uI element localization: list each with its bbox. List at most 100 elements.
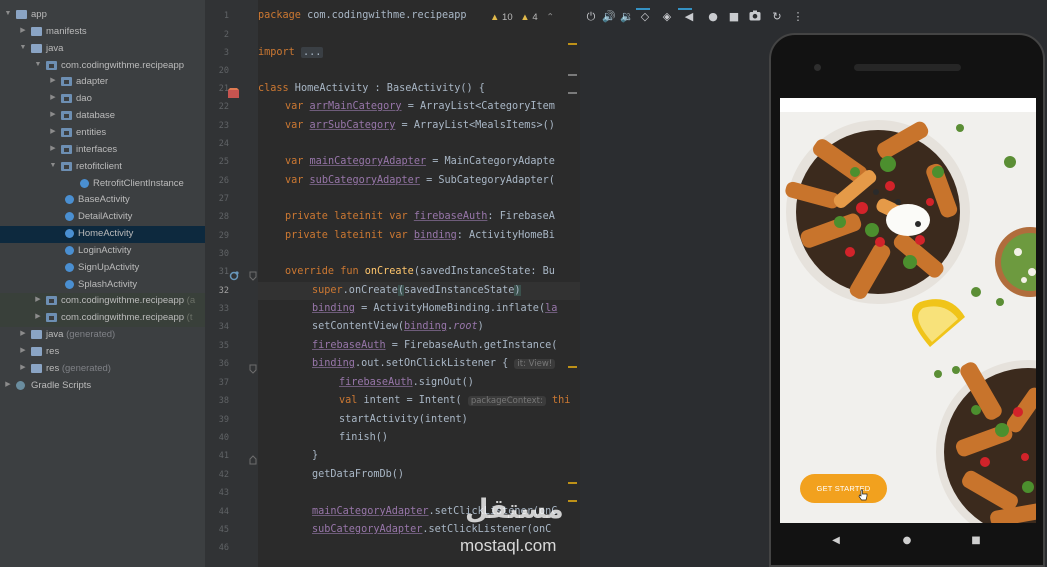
nav-back-icon[interactable]: ◀	[829, 534, 843, 548]
tree-item[interactable]: ▶ java (generated)	[0, 327, 205, 344]
chevron-right-icon[interactable]: ▶	[19, 329, 27, 339]
overview-icon[interactable]: ■	[727, 10, 741, 24]
volume-down-icon[interactable]: 🔉	[620, 10, 634, 24]
tree-item-label: HomeActivity	[78, 228, 134, 240]
get-started-button[interactable]: GET STARTED	[800, 474, 887, 503]
chevron-right-icon[interactable]: ▶	[19, 26, 27, 36]
scroll-marker[interactable]	[568, 366, 577, 368]
screenshot-icon[interactable]	[748, 10, 762, 24]
tree-item[interactable]: ▶ interfaces	[0, 142, 205, 159]
scroll-marker[interactable]	[568, 482, 577, 484]
override-marker-icon[interactable]	[229, 266, 239, 281]
tree-item[interactable]: LoginActivity	[0, 243, 205, 260]
chevron-right-icon[interactable]: ▶	[34, 312, 42, 322]
keyword: private lateinit var	[285, 211, 408, 222]
line-number: 24	[218, 139, 229, 149]
tree-item[interactable]: ▼ app	[0, 7, 205, 24]
fold-marker-icon[interactable]	[249, 359, 257, 374]
line-number: 22	[218, 102, 229, 112]
fold-marker-icon[interactable]	[249, 266, 257, 281]
chevron-down-icon[interactable]: ▼	[49, 161, 57, 171]
code-line-41: }	[312, 450, 319, 461]
chevron-right-icon[interactable]: ▶	[19, 346, 27, 356]
nav-home-icon[interactable]: ●	[900, 534, 914, 548]
tree-item[interactable]: BaseActivity	[0, 192, 205, 209]
chevron-right-icon[interactable]: ▶	[49, 110, 57, 120]
tree-item[interactable]: ▼ retofitclient	[0, 159, 205, 176]
keyword: class	[258, 83, 289, 94]
line-number: 21	[218, 84, 229, 94]
tree-item[interactable]: RetrofitClientInstance	[0, 176, 205, 193]
kotlin-class-icon	[80, 178, 89, 188]
property: firebaseAuth	[413, 211, 488, 222]
run-class-icon[interactable]	[227, 84, 241, 98]
tree-item[interactable]: ▶ Gradle Scripts	[0, 378, 205, 395]
watermark-logo: مستقل mostaql.com	[457, 494, 587, 558]
watermark-latin: mostaql.com	[460, 536, 557, 555]
home-icon[interactable]: ●	[706, 10, 720, 24]
code-line-3: import ...	[258, 47, 324, 59]
tree-item[interactable]: ▶ adapter	[0, 74, 205, 91]
tree-item[interactable]: ▶ database	[0, 108, 205, 125]
food-hero-image	[780, 112, 1036, 523]
line-number: 42	[218, 470, 229, 480]
tree-item[interactable]: ▶ dao	[0, 91, 205, 108]
tree-item[interactable]: ▶ com.codingwithme.recipeapp (t	[0, 310, 205, 328]
back-icon[interactable]: ◀	[682, 10, 696, 24]
tree-item[interactable]: ▶ entities	[0, 125, 205, 142]
nav-recents-icon[interactable]: ■	[969, 534, 983, 548]
power-icon[interactable]: ⏻	[584, 10, 598, 24]
phone-screen[interactable]: GET STARTED	[780, 98, 1036, 523]
scroll-marker[interactable]	[568, 74, 577, 76]
tree-item[interactable]: ▶ res	[0, 344, 205, 361]
tree-item[interactable]: ▶ manifests	[0, 24, 205, 41]
scroll-marker[interactable]	[568, 92, 577, 94]
replay-icon[interactable]: ↻	[770, 10, 784, 24]
rotate-right-icon[interactable]: ◈	[660, 10, 674, 24]
chevron-right-icon[interactable]: ▶	[49, 144, 57, 154]
chevron-down-icon[interactable]: ▼	[19, 43, 27, 53]
keyword: package	[258, 10, 301, 21]
watermark-arabic: مستقل	[465, 494, 564, 525]
line-number: 27	[218, 194, 229, 204]
chevron-right-icon[interactable]: ▶	[4, 380, 12, 390]
tree-item-tag: (generated)	[59, 362, 111, 374]
tree-item[interactable]: ▼ java	[0, 41, 205, 58]
chevron-down-icon[interactable]: ▼	[34, 60, 42, 70]
tree-item[interactable]: ▼ com.codingwithme.recipeapp	[0, 58, 205, 75]
folder-icon	[31, 330, 42, 340]
scroll-marker[interactable]	[568, 43, 577, 45]
folded-imports[interactable]: ...	[300, 47, 324, 58]
keyword: import	[258, 47, 295, 58]
code-editor[interactable]: ▲ 10 ▲ 4 ⌃ package com.codingwithme.reci…	[258, 0, 580, 567]
chevron-right-icon[interactable]: ▶	[34, 295, 42, 305]
warning-icon: ▲	[490, 12, 500, 23]
project-tree[interactable]: ▼ app ▶ manifests ▼ java ▼ com.codingwithme.rec…	[0, 0, 205, 567]
ide-window: ▼ app ▶ manifests ▼ java ▼ com.codingwithme.rec…	[0, 0, 1047, 567]
tree-item[interactable]: HomeActivity	[0, 226, 205, 244]
code-line-31: override fun onCreate(savedInstanceState…	[285, 266, 555, 278]
tree-item-label: DetailActivity	[78, 211, 133, 223]
chevron-down-icon[interactable]: ▼	[4, 9, 12, 19]
fold-marker-icon[interactable]	[249, 450, 257, 465]
chevron-right-icon[interactable]: ▶	[19, 363, 27, 373]
volume-up-icon[interactable]: 🔊	[602, 10, 616, 24]
code-text: savedInstanceState	[404, 285, 515, 296]
emulator-toolbar: ⏻ 🔊 🔉 ◇ ◈ ◀ ● ■ ↻ ⋮	[580, 8, 1047, 28]
tree-item[interactable]: DetailActivity	[0, 209, 205, 226]
kotlin-class-icon	[65, 245, 74, 255]
chevron-right-icon[interactable]: ▶	[49, 127, 57, 137]
tree-item[interactable]: SignUpActivity	[0, 260, 205, 277]
code-line-39: startActivity(intent)	[339, 414, 468, 425]
rotate-left-icon[interactable]: ◇	[638, 10, 652, 24]
more-icon[interactable]: ⋮	[791, 10, 805, 24]
tree-item-label: BaseActivity	[78, 194, 130, 206]
chevron-right-icon[interactable]: ▶	[49, 76, 57, 86]
tree-item-label: LoginActivity	[78, 244, 132, 256]
package-icon	[61, 77, 72, 87]
tree-item[interactable]: SplashActivity	[0, 277, 205, 294]
chevron-right-icon[interactable]: ▶	[49, 93, 57, 103]
tree-item[interactable]: ▶ res (generated)	[0, 361, 205, 378]
tree-item[interactable]: ▶ com.codingwithme.recipeapp (a	[0, 293, 205, 311]
inspection-widget[interactable]: ▲ 10 ▲ 4 ⌃	[490, 12, 554, 23]
